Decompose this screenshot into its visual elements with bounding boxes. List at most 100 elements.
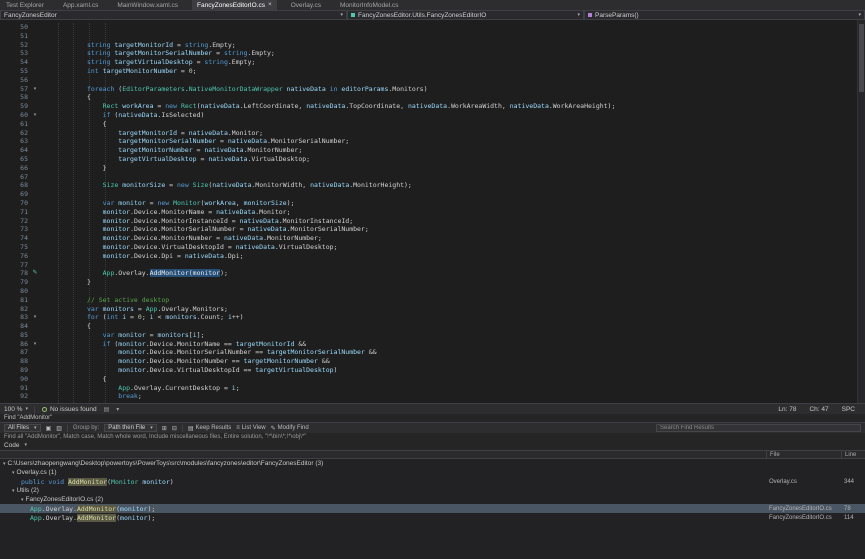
fold-chevron-icon[interactable]: ▾	[30, 85, 40, 94]
files-filter-dropdown[interactable]: All Files ▾	[4, 424, 41, 432]
tab-test-explorer[interactable]: Test Explorer	[1, 0, 49, 10]
code-line[interactable]: 76 monitor.Device.Dpi = nativeData.Dpi;	[0, 252, 865, 261]
group-by-dropdown[interactable]: Path then File ▾	[104, 424, 157, 432]
result-row[interactable]: App.Overlay.AddMonitor(monitor);FancyZon…	[0, 513, 865, 522]
code-line[interactable]: 87 monitor.Device.MonitorSerialNumber ==…	[0, 348, 865, 357]
code-line[interactable]: 89 monitor.Device.VirtualDesktopId == ta…	[0, 366, 865, 375]
expand-all-icon[interactable]: ⊞	[162, 425, 167, 432]
result-text: App.Overlay.AddMonitor(monitor);	[0, 504, 766, 513]
code-filter-label: Code	[4, 442, 20, 449]
health-indicator[interactable]: No issues found	[42, 406, 97, 413]
code-line[interactable]: 67	[0, 173, 865, 182]
code-text: var monitor = monitors[i];	[40, 331, 865, 340]
result-group-row[interactable]: ▾C:\Users\zhaopengwang\Desktop\powertoys…	[0, 459, 865, 468]
result-row[interactable]: App.Overlay.AddMonitor(monitor);FancyZon…	[0, 504, 865, 513]
code-text: Rect workArea = new Rect(nativeData.Left…	[40, 102, 865, 111]
close-icon[interactable]: ×	[268, 2, 272, 9]
tab-monitorinfomodel-cs[interactable]: MonitorInfoModel.cs	[335, 0, 404, 10]
code-line[interactable]: 61 {	[0, 120, 865, 129]
result-row[interactable]: public void AddMonitor(Monitor monitor)O…	[0, 477, 865, 486]
result-file	[766, 495, 841, 504]
code-line[interactable]: 78✎ App.Overlay.AddMonitor(monitor);	[0, 269, 865, 278]
result-group-row[interactable]: ▾Overlay.cs (1)	[0, 468, 865, 477]
list-view-toggle[interactable]: ≡ List View	[236, 425, 265, 431]
fold-chevron-icon[interactable]: ▾	[30, 111, 40, 120]
tree-chevron-icon[interactable]: ▾	[3, 461, 6, 467]
code-line[interactable]: 55 int targetMonitorNumber = 0;	[0, 67, 865, 76]
tab-mainwindow-xaml-cs[interactable]: MainWindow.xaml.cs	[112, 0, 183, 10]
code-line[interactable]: 77	[0, 261, 865, 270]
code-line[interactable]: 74 monitor.Device.MonitorNumber = native…	[0, 234, 865, 243]
search-find-results-input[interactable]	[656, 424, 861, 432]
code-text: monitor.Device.VirtualDesktopId == targe…	[40, 366, 865, 375]
code-line[interactable]: 69	[0, 190, 865, 199]
code-line[interactable]: 73 monitor.Device.MonitorSerialNumber = …	[0, 225, 865, 234]
code-line[interactable]: 72 monitor.Device.MonitorInstanceId = na…	[0, 217, 865, 226]
code-line[interactable]: 90 {	[0, 375, 865, 384]
code-line[interactable]: 85 var monitor = monitors[i];	[0, 331, 865, 340]
code-line[interactable]: 51	[0, 32, 865, 41]
project-dropdown[interactable]: FancyZonesEditor ▾	[0, 10, 347, 20]
line-number: 53	[0, 49, 30, 58]
editor-scrollbar[interactable]	[857, 20, 865, 403]
code-line[interactable]: 70 var monitor = new Monitor(workArea, m…	[0, 199, 865, 208]
code-line[interactable]: 62 targetMonitorId = nativeData.Monitor;	[0, 129, 865, 138]
member-dropdown[interactable]: ParseParams() ▾	[584, 10, 865, 20]
collapse-all-icon[interactable]: ⊟	[172, 425, 177, 432]
code-line[interactable]: 54 string targetVirtualDesktop = string.…	[0, 58, 865, 67]
code-line[interactable]: 57▾ foreach (EditorParameters.NativeMoni…	[0, 85, 865, 94]
code-line[interactable]: 53 string targetMonitorSerialNumber = st…	[0, 49, 865, 58]
fold-chevron-icon[interactable]: ▾	[30, 340, 40, 349]
gutter-cell	[30, 120, 40, 129]
code-line[interactable]: 83▾ for (int i = 0; i < monitors.Count; …	[0, 313, 865, 322]
result-group-row[interactable]: ▾Utils (2)	[0, 486, 865, 495]
code-line[interactable]: 66 }	[0, 164, 865, 173]
code-line[interactable]: 80	[0, 287, 865, 296]
code-line[interactable]: 91 App.Overlay.CurrentDesktop = i;	[0, 384, 865, 393]
code-line[interactable]: 50	[0, 23, 865, 32]
code-line[interactable]: 56	[0, 76, 865, 85]
code-line[interactable]: 68 Size monitorSize = new Size(nativeDat…	[0, 181, 865, 190]
code-filter-dropdown[interactable]: Code ▾	[0, 441, 865, 450]
chevron-down-icon[interactable]: ▾	[116, 406, 119, 413]
keep-results-toggle[interactable]: ▤ Keep Results	[188, 425, 231, 432]
code-line[interactable]: 58 {	[0, 93, 865, 102]
tab-fancyzoneseditorio-cs[interactable]: FancyZonesEditorIO.cs×	[192, 0, 277, 10]
header-file-column[interactable]: File	[766, 451, 841, 458]
tab-app-xaml-cs[interactable]: App.xaml.cs	[58, 0, 103, 10]
line-number: 75	[0, 243, 30, 252]
code-line[interactable]: 64 targetMonitorNumber = nativeData.Moni…	[0, 146, 865, 155]
code-line[interactable]: 71 monitor.Device.MonitorName = nativeDa…	[0, 208, 865, 217]
options-icon[interactable]: ▥	[56, 425, 62, 432]
code-line[interactable]: 88 monitor.Device.MonitorNumber == targe…	[0, 357, 865, 366]
code-line[interactable]: 86▾ if (monitor.Device.MonitorName == ta…	[0, 340, 865, 349]
header-line-column[interactable]: Line	[841, 451, 865, 458]
code-line[interactable]: 65 targetVirtualDesktop = nativeData.Vir…	[0, 155, 865, 164]
tab-overlay-cs[interactable]: Overlay.cs	[286, 0, 326, 10]
code-line[interactable]: 79 }	[0, 278, 865, 287]
code-cleanup-icon[interactable]: ▤	[104, 406, 110, 413]
code-text	[40, 190, 865, 199]
code-line[interactable]: 92 break;	[0, 392, 865, 401]
tree-chevron-icon[interactable]: ▾	[12, 470, 15, 476]
header-results-column[interactable]	[0, 451, 766, 458]
code-line[interactable]: 52 string targetMonitorId = string.Empty…	[0, 41, 865, 50]
copy-icon[interactable]: ▣	[46, 425, 52, 432]
tree-chevron-icon[interactable]: ▾	[12, 488, 15, 494]
tree-chevron-icon[interactable]: ▾	[21, 497, 24, 503]
code-line[interactable]: 59 Rect workArea = new Rect(nativeData.L…	[0, 102, 865, 111]
zoom-control[interactable]: 100 % ▾	[4, 406, 35, 413]
code-line[interactable]: 84 {	[0, 322, 865, 331]
code-line[interactable]: 75 monitor.Device.VirtualDesktopId = nat…	[0, 243, 865, 252]
code-line[interactable]: 60▾ if (nativeData.IsSelected)	[0, 111, 865, 120]
code-line[interactable]: 82 var monitors = App.Overlay.Monitors;	[0, 305, 865, 314]
result-group-row[interactable]: ▾FancyZonesEditorIO.cs (2)	[0, 495, 865, 504]
code-line[interactable]: 63 targetMonitorSerialNumber = nativeDat…	[0, 137, 865, 146]
code-line[interactable]: 81 // Set active desktop	[0, 296, 865, 305]
code-editor[interactable]: 505152 string targetMonitorId = string.E…	[0, 20, 865, 403]
type-dropdown[interactable]: FancyZonesEditor.Utils.FancyZonesEditorI…	[347, 10, 584, 20]
gutter-cell	[30, 41, 40, 50]
modify-find-button[interactable]: ✎ Modify Find	[271, 425, 309, 432]
fold-chevron-icon[interactable]: ▾	[30, 313, 40, 322]
scrollbar-thumb[interactable]	[859, 24, 864, 92]
